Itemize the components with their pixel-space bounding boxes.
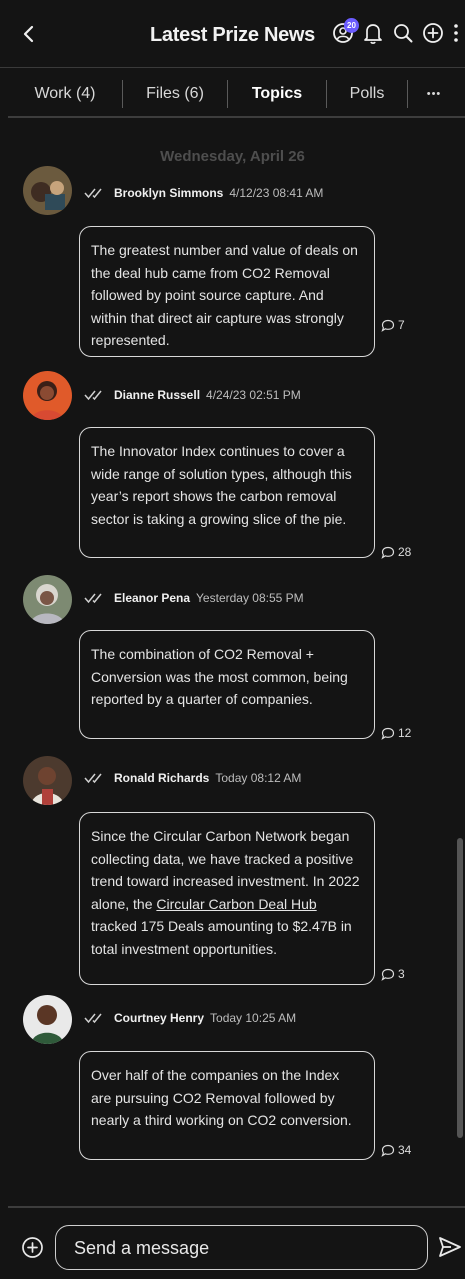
- author-name[interactable]: Dianne Russell: [114, 388, 200, 402]
- double-check-icon: [84, 390, 102, 401]
- avatar-image: [23, 756, 72, 805]
- search-button[interactable]: [391, 20, 415, 46]
- deal-hub-link[interactable]: Circular Carbon Deal Hub: [156, 896, 316, 912]
- avatar[interactable]: [23, 756, 72, 805]
- message-timestamp: 4/12/23 08:41 AM: [229, 186, 324, 200]
- comment-bubble-icon: [381, 968, 395, 981]
- reply-count-value: 7: [398, 318, 405, 332]
- double-check-icon: [84, 773, 102, 784]
- reply-count-value: 12: [398, 726, 412, 740]
- reply-count[interactable]: 3: [381, 967, 405, 981]
- reply-count-value: 3: [398, 967, 405, 981]
- double-check-icon: [84, 188, 102, 199]
- top-bar: Latest Prize News 20: [0, 0, 465, 68]
- double-check-icon: [84, 593, 102, 604]
- header-actions: 20: [331, 18, 461, 46]
- more-button[interactable]: [451, 20, 461, 46]
- notification-badge: 20: [344, 18, 359, 33]
- message-meta: Ronald Richards Today 08:12 AM: [84, 771, 301, 785]
- message-meta: Eleanor Pena Yesterday 08:55 PM: [84, 591, 304, 605]
- author-name[interactable]: Courtney Henry: [114, 1011, 204, 1025]
- search-icon: [394, 24, 413, 43]
- avatar-image: [23, 995, 72, 1044]
- reply-count-value: 28: [398, 545, 412, 559]
- double-check-icon: [84, 1013, 102, 1024]
- tab-topics[interactable]: Topics: [228, 72, 326, 116]
- profile-button[interactable]: 20: [331, 18, 359, 46]
- avatar-image: [23, 166, 72, 215]
- reply-count[interactable]: 34: [381, 1143, 411, 1157]
- avatar[interactable]: [23, 166, 72, 215]
- message-bubble[interactable]: Over half of the companies on the Index …: [79, 1051, 375, 1160]
- avatar-image: [23, 575, 72, 624]
- message-bubble[interactable]: The combination of CO2 Removal + Convers…: [79, 630, 375, 739]
- message-timestamp: Today 10:25 AM: [210, 1011, 297, 1025]
- comment-bubble-icon: [381, 546, 395, 559]
- plus-circle-icon: [423, 23, 443, 43]
- reply-count[interactable]: 7: [381, 318, 405, 332]
- message-bubble[interactable]: The greatest number and value of deals o…: [79, 226, 375, 357]
- avatar[interactable]: [23, 371, 72, 420]
- message-timestamp: Yesterday 08:55 PM: [196, 591, 304, 605]
- reply-count[interactable]: 12: [381, 726, 411, 740]
- tab-polls[interactable]: Polls: [327, 72, 407, 116]
- message-meta: Brooklyn Simmons 4/12/23 08:41 AM: [84, 186, 323, 200]
- comment-bubble-icon: [381, 727, 395, 740]
- tab-more[interactable]: •••: [408, 72, 460, 116]
- composer-divider: [8, 1206, 465, 1208]
- author-name[interactable]: Brooklyn Simmons: [114, 186, 223, 200]
- feed-scrollbar[interactable]: [457, 838, 463, 1138]
- message-timestamp: 4/24/23 02:51 PM: [206, 388, 301, 402]
- avatar[interactable]: [23, 995, 72, 1044]
- message-meta: Dianne Russell 4/24/23 02:51 PM: [84, 388, 301, 402]
- add-button[interactable]: [421, 20, 445, 46]
- message-text: tracked 175 Deals amounting to $2.47B in…: [91, 918, 352, 957]
- reply-count-value: 34: [398, 1143, 412, 1157]
- reply-count[interactable]: 28: [381, 545, 411, 559]
- avatar[interactable]: [23, 575, 72, 624]
- avatar-image: [23, 371, 72, 420]
- message-bubble[interactable]: Since the Circular Carbon Network began …: [79, 812, 375, 985]
- date-divider: Wednesday, April 26: [160, 148, 305, 165]
- message-meta: Courtney Henry Today 10:25 AM: [84, 1011, 296, 1025]
- plus-circle-icon[interactable]: [21, 1236, 44, 1259]
- tabs-divider: [8, 116, 465, 118]
- message-input[interactable]: Send a message: [55, 1225, 428, 1270]
- author-name[interactable]: Ronald Richards: [114, 771, 209, 785]
- tab-bar: Work (4) Files (6) Topics Polls •••: [8, 72, 460, 116]
- send-icon[interactable]: [438, 1236, 462, 1258]
- comment-bubble-icon: [381, 319, 395, 332]
- message-bubble[interactable]: The Innovator Index continues to cover a…: [79, 427, 375, 558]
- bell-icon: [364, 24, 382, 44]
- comment-bubble-icon: [381, 1144, 395, 1157]
- notifications-button[interactable]: [361, 20, 385, 46]
- more-vertical-icon: [454, 24, 458, 42]
- message-timestamp: Today 08:12 AM: [215, 771, 302, 785]
- author-name[interactable]: Eleanor Pena: [114, 591, 190, 605]
- tab-work[interactable]: Work (4): [8, 72, 122, 116]
- tab-files[interactable]: Files (6): [123, 72, 227, 116]
